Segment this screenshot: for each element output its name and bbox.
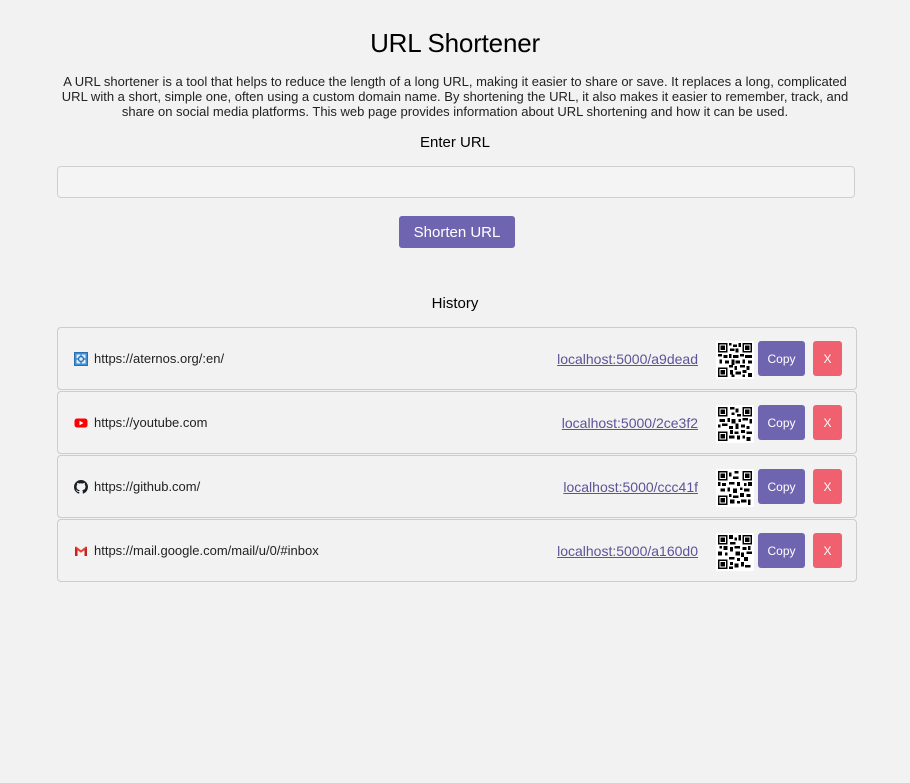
gmail-icon <box>75 546 87 556</box>
aternos-icon <box>74 352 88 366</box>
copy-button[interactable]: Copy <box>758 405 805 440</box>
url-shortener-page: URL Shortener A URL shortener is a tool … <box>0 0 910 783</box>
original-url: https://aternos.org/:en/ <box>94 351 225 366</box>
original-url: https://youtube.com <box>94 415 208 430</box>
history-row: https://mail.google.com/mail/u/0/#inbox … <box>57 519 857 582</box>
history-row: https://youtube.com localhost:5000/2ce3f… <box>57 391 857 454</box>
enter-url-label: Enter URL <box>419 134 491 151</box>
short-url-link[interactable]: localhost:5000/ccc41f <box>563 479 698 495</box>
delete-button[interactable]: X <box>813 533 842 568</box>
url-input[interactable] <box>57 166 855 198</box>
youtube-icon <box>74 418 88 428</box>
original-url: https://github.com/ <box>94 479 201 494</box>
delete-button[interactable]: X <box>813 469 842 504</box>
history-list: https://aternos.org/:en/ localhost:5000/… <box>57 327 857 583</box>
history-row: https://aternos.org/:en/ localhost:5000/… <box>57 327 857 390</box>
copy-button[interactable]: Copy <box>758 469 805 504</box>
history-row: https://github.com/ localhost:5000/ccc41… <box>57 455 857 518</box>
copy-button[interactable]: Copy <box>758 533 805 568</box>
page-title: URL Shortener <box>370 28 540 58</box>
qr-code-icon[interactable] <box>716 405 754 443</box>
short-url-link[interactable]: localhost:5000/a160d0 <box>557 543 698 559</box>
delete-button[interactable]: X <box>813 405 842 440</box>
qr-code-icon[interactable] <box>716 469 754 507</box>
delete-button[interactable]: X <box>813 341 842 376</box>
short-url-link[interactable]: localhost:5000/a9dead <box>557 351 698 367</box>
copy-button[interactable]: Copy <box>758 341 805 376</box>
original-url: https://mail.google.com/mail/u/0/#inbox <box>94 543 319 558</box>
intro-description: A URL shortener is a tool that helps to … <box>61 74 849 119</box>
qr-code-icon[interactable] <box>716 341 754 379</box>
qr-code-icon[interactable] <box>716 533 754 571</box>
github-icon <box>74 480 88 494</box>
short-url-link[interactable]: localhost:5000/2ce3f2 <box>562 415 698 431</box>
shorten-url-button[interactable]: Shorten URL <box>399 216 515 248</box>
history-title: History <box>431 295 479 312</box>
